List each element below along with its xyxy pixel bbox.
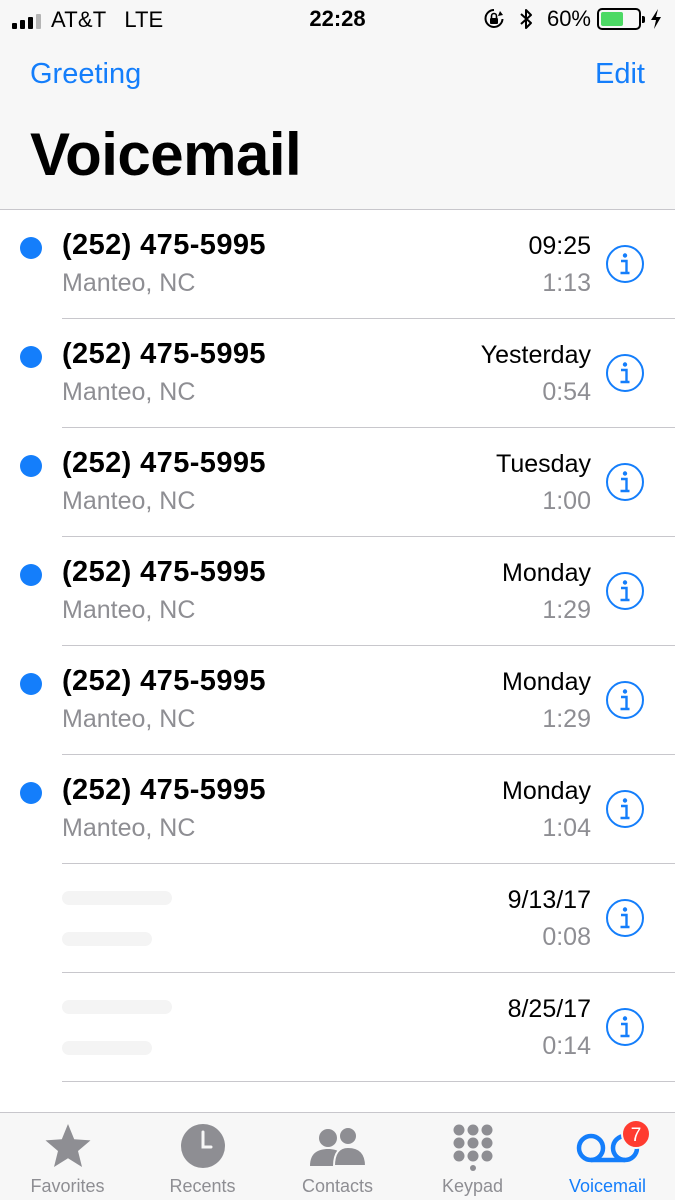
bluetooth-icon <box>520 9 532 29</box>
voicemail-row[interactable]: 8/25/17 0:14 <box>0 973 675 1082</box>
voicemail-date: 09:25 <box>528 232 591 260</box>
caller-number: (252) 475-5995 <box>62 556 266 588</box>
voicemail-date: 8/25/17 <box>507 995 591 1023</box>
tab-contacts[interactable]: Contacts <box>270 1113 405 1200</box>
unread-indicator <box>20 237 42 259</box>
unread-indicator <box>20 564 42 586</box>
star-icon <box>45 1124 90 1167</box>
clock-icon <box>180 1124 225 1168</box>
voicemail-row[interactable]: (252) 475-5995 Manteo, NC Monday 1:29 <box>0 646 675 755</box>
voicemail-duration: 1:04 <box>542 814 591 842</box>
info-icon[interactable] <box>605 898 645 938</box>
voicemail-duration: 1:13 <box>542 269 591 297</box>
caller-number: (252) 475-5995 <box>62 447 266 479</box>
info-icon[interactable] <box>605 571 645 611</box>
caller-location: Manteo, NC <box>62 596 196 624</box>
voicemail-list: (252) 475-5995 Manteo, NC 09:25 1:13 (252) 4… <box>0 210 675 1082</box>
redacted-caller <box>62 1000 172 1014</box>
unread-indicator <box>20 782 42 804</box>
tab-voicemail[interactable]: 7 Voicemail <box>540 1113 675 1200</box>
voicemail-date: Monday <box>502 668 591 696</box>
tab-label: Contacts <box>301 1176 374 1196</box>
tab-favorites[interactable]: Favorites <box>0 1113 135 1200</box>
battery-percent: 60% <box>546 6 591 31</box>
info-icon[interactable] <box>605 244 645 284</box>
contacts-icon <box>309 1126 367 1167</box>
keypad-icon <box>453 1124 492 1171</box>
caller-location: Manteo, NC <box>62 705 196 733</box>
voicemail-date: Yesterday <box>480 341 591 369</box>
voicemail-date: Monday <box>502 559 591 587</box>
voicemail-row[interactable]: (252) 475-5995 Manteo, NC Monday 1:04 <box>0 755 675 864</box>
tab-label: Recents <box>169 1176 236 1196</box>
tab-label: Favorites <box>30 1176 105 1196</box>
redacted-location <box>62 1041 152 1055</box>
tab-label: Voicemail <box>568 1176 647 1196</box>
info-icon[interactable] <box>605 1007 645 1047</box>
caller-number: (252) 475-5995 <box>62 665 266 697</box>
tab-bar: Favorites Recents Contacts Keypad 7 Voic… <box>0 1112 675 1200</box>
voicemail-date: Tuesday <box>496 450 591 478</box>
voicemail-date: Monday <box>502 777 591 805</box>
greeting-button[interactable]: Greeting <box>30 58 141 91</box>
edit-button[interactable]: Edit <box>595 58 645 91</box>
voicemail-duration: 0:14 <box>542 1032 591 1060</box>
caller-location: Manteo, NC <box>62 487 196 515</box>
voicemail-duration: 1:00 <box>542 487 591 515</box>
voicemail-row[interactable]: (252) 475-5995 Manteo, NC 09:25 1:13 <box>0 210 675 319</box>
unread-indicator <box>20 673 42 695</box>
status-right: 60% <box>483 6 663 32</box>
navigation-header: Greeting Edit Voicemail <box>0 38 675 210</box>
caller-location: Manteo, NC <box>62 814 196 842</box>
charging-icon <box>651 9 661 29</box>
caller-number: (252) 475-5995 <box>62 229 266 261</box>
voicemail-row[interactable]: (252) 475-5995 Manteo, NC Yesterday 0:54 <box>0 319 675 428</box>
page-title: Voicemail <box>30 121 302 188</box>
tab-label: Keypad <box>441 1176 504 1196</box>
unread-indicator <box>20 455 42 477</box>
caller-location: Manteo, NC <box>62 269 196 297</box>
caller-number: (252) 475-5995 <box>62 338 266 370</box>
voicemail-duration: 0:08 <box>542 923 591 951</box>
redacted-location <box>62 932 152 946</box>
voicemail-row[interactable]: 9/13/17 0:08 <box>0 864 675 973</box>
voicemail-duration: 1:29 <box>542 596 591 624</box>
battery-icon <box>597 8 645 30</box>
orientation-lock-icon <box>484 9 504 28</box>
battery-level <box>601 12 623 26</box>
voicemail-row[interactable]: (252) 475-5995 Manteo, NC Monday 1:29 <box>0 537 675 646</box>
info-icon[interactable] <box>605 462 645 502</box>
caller-number: (252) 475-5995 <box>62 774 266 806</box>
row-separator <box>62 1081 675 1082</box>
tab-keypad[interactable]: Keypad <box>405 1113 540 1200</box>
info-icon[interactable] <box>605 680 645 720</box>
voicemail-row[interactable]: (252) 475-5995 Manteo, NC Tuesday 1:00 <box>0 428 675 537</box>
info-icon[interactable] <box>605 353 645 393</box>
status-bar: AT&T LTE 22:28 60% <box>0 0 675 38</box>
caller-location: Manteo, NC <box>62 378 196 406</box>
voicemail-duration: 1:29 <box>542 705 591 733</box>
voicemail-duration: 0:54 <box>542 378 591 406</box>
redacted-caller <box>62 891 172 905</box>
unread-indicator <box>20 346 42 368</box>
unread-badge: 7 <box>621 1119 651 1149</box>
info-icon[interactable] <box>605 789 645 829</box>
tab-recents[interactable]: Recents <box>135 1113 270 1200</box>
voicemail-date: 9/13/17 <box>507 886 591 914</box>
